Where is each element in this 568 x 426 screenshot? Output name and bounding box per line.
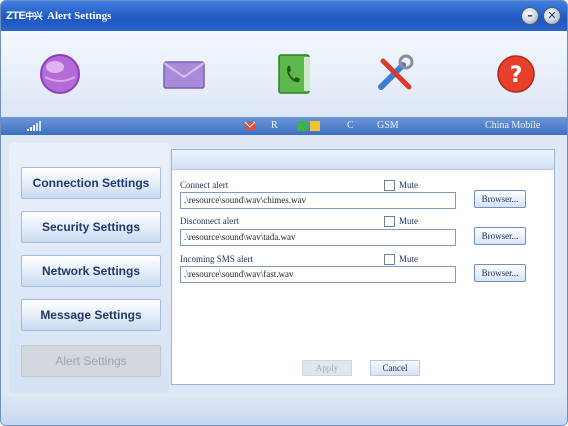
connect-alert-mute-checkbox[interactable] [384,180,395,191]
nav-message-settings[interactable]: Message Settings [21,299,161,331]
apply-button[interactable]: Apply [302,360,352,376]
connect-alert-mute-label: Mute [399,180,418,190]
sms-alert-path-input[interactable]: .\resource\sound\wav\fast.wav [180,266,456,283]
disconnect-alert-path-input[interactable]: .\resource\sound\wav\tada.wav [180,229,456,246]
phonebook-button[interactable] [271,51,317,97]
minimize-button[interactable]: – [521,7,539,25]
nav-connection-settings[interactable]: Connection Settings [21,167,161,199]
minimize-icon: – [527,9,533,22]
sms-button[interactable] [161,51,207,97]
disconnect-alert-mute-checkbox[interactable] [384,216,395,227]
signal-strength-icon [27,121,41,131]
sms-alert-mute-checkbox[interactable] [384,254,395,265]
device-status-icon [310,121,320,131]
connect-alert-path-input[interactable]: .\resource\sound\wav\chimes.wav [180,192,456,209]
title-bar[interactable]: ZTE中兴 Alert Settings – ✕ [1,1,567,31]
help-icon: ? [497,55,535,93]
nav-network-settings[interactable]: Network Settings [21,255,161,287]
roaming-indicator: R [271,120,278,131]
sms-envelope-icon [163,61,205,89]
help-button[interactable]: ? [493,51,539,97]
nav-security-settings[interactable]: Security Settings [21,211,161,243]
connect-alert-label: Connect alert [180,180,229,190]
sms-status-icon [245,121,255,130]
close-button[interactable]: ✕ [543,7,561,25]
zte-logo: ZTE中兴 [6,10,43,22]
internet-button[interactable] [37,51,83,97]
main-toolbar: ? [1,31,567,117]
svg-text:?: ? [510,63,523,88]
sms-alert-mute-label: Mute [399,254,418,264]
internet-globe-icon [40,54,80,94]
disconnect-alert-mute-label: Mute [399,216,418,226]
close-icon: ✕ [547,9,557,22]
sms-alert-browse-button[interactable]: Browser... [474,264,526,282]
disconnect-alert-label: Disconnect alert [180,216,239,226]
settings-button[interactable] [373,51,419,97]
network-type-c: C [347,120,354,131]
status-bar: R C GSM China Mobile [1,117,567,135]
nav-alert-settings: Alert Settings [21,345,161,377]
panel-header [172,150,554,170]
cancel-button[interactable]: Cancel [370,360,420,376]
alert-settings-panel: Connect alert Mute .\resource\sound\wav\… [171,149,555,385]
operator-name: China Mobile [485,120,541,131]
sms-alert-label: Incoming SMS alert [180,254,253,264]
phonebook-icon [278,54,310,94]
disconnect-alert-browse-button[interactable]: Browser... [474,227,526,245]
connect-alert-browse-button[interactable]: Browser... [474,190,526,208]
network-mode: GSM [377,120,399,131]
bottom-bar [1,397,567,425]
settings-nav: Connection Settings Security Settings Ne… [9,143,169,393]
connection-status-icon [297,121,307,131]
settings-tools-icon [378,54,414,90]
alert-settings-window: ZTE中兴 Alert Settings – ✕ ? R C GSM China… [0,0,568,426]
window-title: Alert Settings [47,10,112,22]
